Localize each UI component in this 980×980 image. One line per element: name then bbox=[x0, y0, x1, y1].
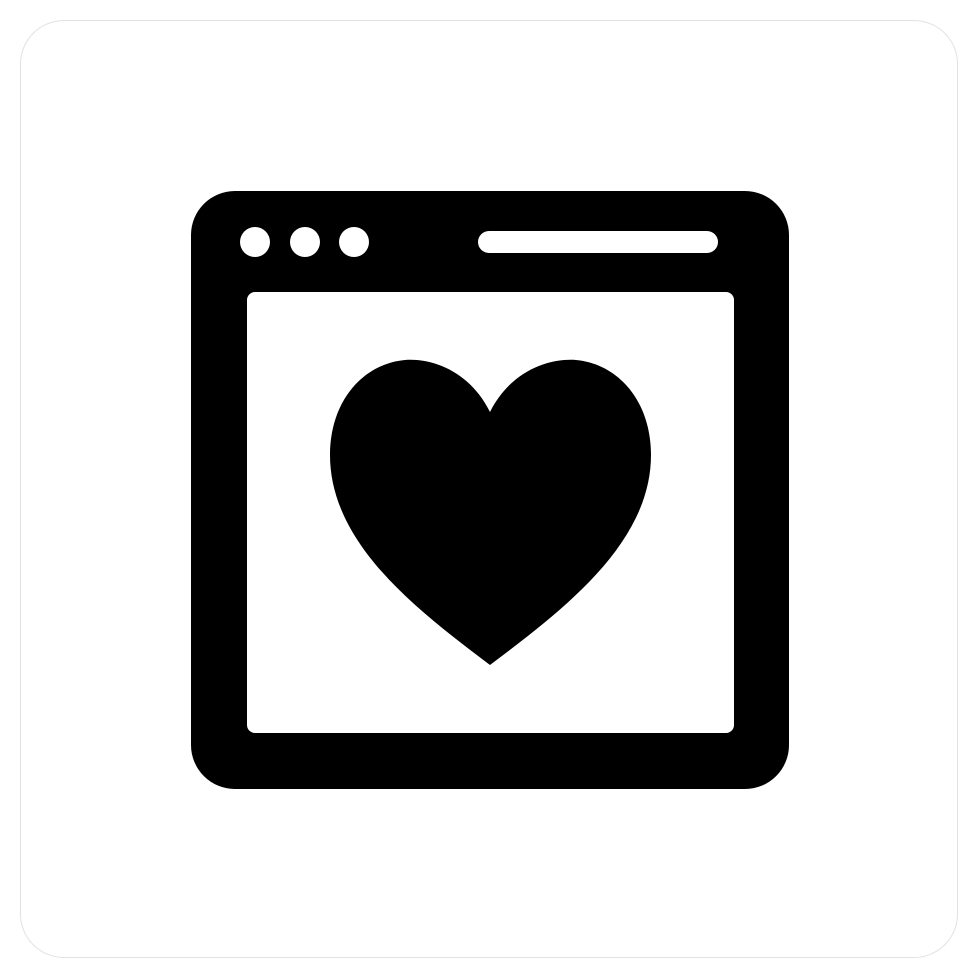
window-dot-icon bbox=[339, 227, 369, 257]
window-dot-icon bbox=[290, 227, 320, 257]
window-dot-icon bbox=[240, 227, 270, 257]
browser-window-heart-icon bbox=[191, 191, 789, 789]
window-control-dots bbox=[240, 227, 369, 257]
address-bar bbox=[478, 231, 718, 253]
